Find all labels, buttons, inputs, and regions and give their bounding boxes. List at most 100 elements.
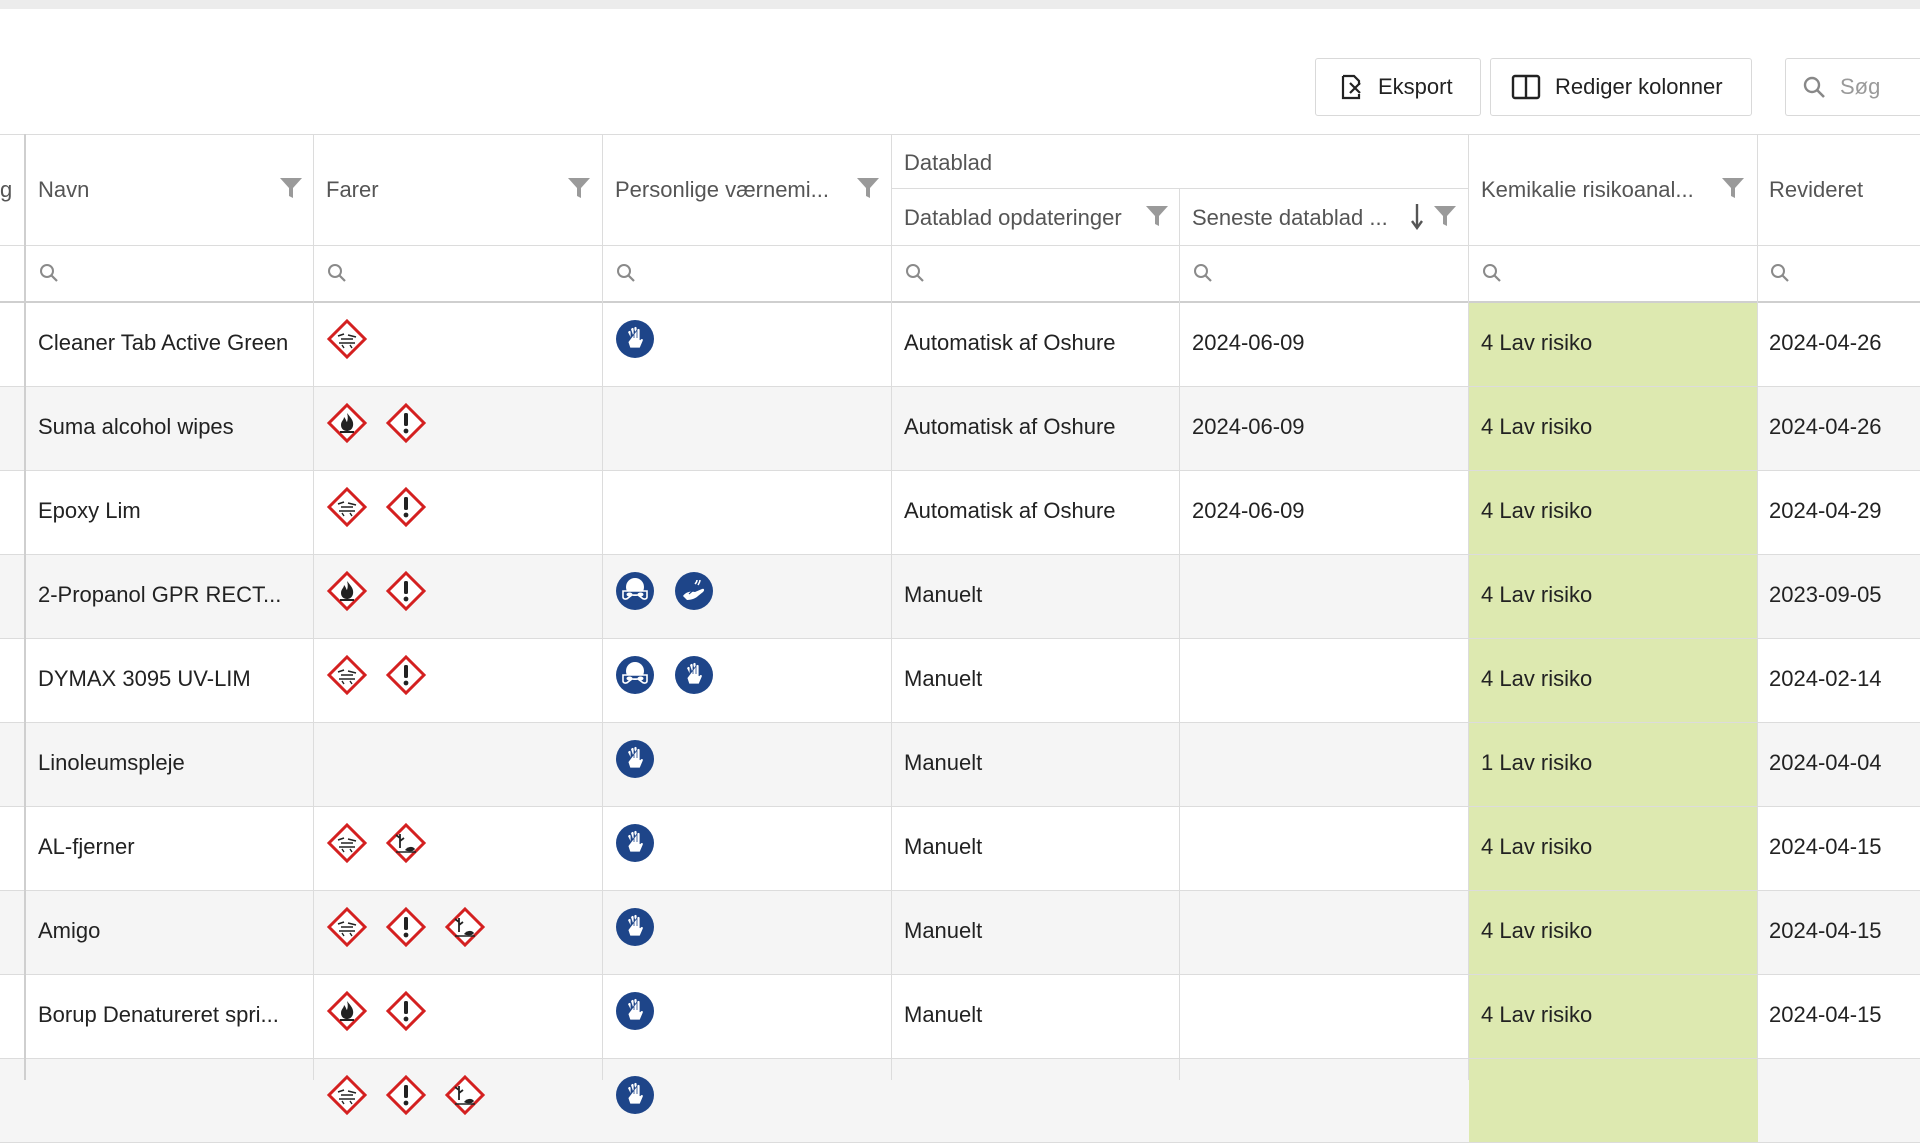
- column-header-latest-datasheet[interactable]: Seneste datablad ...: [1192, 205, 1388, 231]
- cell-revised: 2024-04-15: [1769, 834, 1882, 859]
- exclamation-icon: [385, 990, 427, 1032]
- table-row[interactable]: 2-Propanol GPR RECT... Manuelt 4 Lav risik…: [0, 555, 1920, 639]
- cell-risk: 4 Lav risiko: [1481, 918, 1593, 943]
- cell-ppe: [614, 990, 673, 1032]
- partial-column-header[interactable]: g: [0, 177, 12, 203]
- column-header-revised[interactable]: Revideret: [1769, 177, 1863, 203]
- cell-hazards: [326, 822, 444, 864]
- gloves-icon: [614, 906, 656, 948]
- cell-revised: 2024-04-26: [1769, 414, 1882, 439]
- table-row[interactable]: AL-fjerner Manuelt 4 Lav risiko 2024-04-15: [0, 807, 1920, 891]
- corrosive-icon: [326, 822, 368, 864]
- cell-name[interactable]: Epoxy Lim: [38, 498, 300, 524]
- cell-latest-datasheet: 2024-06-09: [1192, 414, 1305, 439]
- column-header-ppe[interactable]: Personlige værnemi...: [615, 177, 829, 203]
- column-header-datasheet-updates[interactable]: Datablad opdateringer: [904, 205, 1122, 231]
- column-search-icon[interactable]: [1770, 263, 1790, 283]
- cell-revised: 2024-04-04: [1769, 750, 1882, 775]
- corrosive-icon: [326, 318, 368, 360]
- column-divider: [602, 134, 603, 1080]
- table-row[interactable]: Cleaner Tab Active Green Automatisk af Os…: [0, 303, 1920, 387]
- cell-hazards: [326, 318, 385, 360]
- cell-risk: 4 Lav risiko: [1481, 1002, 1593, 1027]
- cell-ppe: [614, 318, 673, 360]
- gloves-icon: [614, 318, 656, 360]
- table-row[interactable]: Borup Denatureret spri... Manuelt 4 Lav ri…: [0, 975, 1920, 1059]
- sort-descending-icon[interactable]: [1410, 202, 1424, 230]
- cell-name[interactable]: DYMAX 3095 UV-LIM: [38, 666, 300, 692]
- gloves-icon: [614, 738, 656, 780]
- gloves-icon: [614, 822, 656, 864]
- filter-icon[interactable]: [279, 176, 303, 200]
- table-row[interactable]: Linoleumspleje Manuelt 1 Lav risiko 2024-04…: [0, 723, 1920, 807]
- gloves-icon: [614, 990, 656, 1032]
- column-search-icon[interactable]: [1193, 263, 1213, 283]
- table-row[interactable]: Epoxy Lim Automatisk af Oshure 2024-06-09 4…: [0, 471, 1920, 555]
- column-search-icon[interactable]: [905, 263, 925, 283]
- column-divider: [1468, 134, 1469, 1080]
- header-bottom-border: [0, 245, 1920, 246]
- table-row[interactable]: DYMAX 3095 UV-LIM Manuelt 4 Lav risiko 2024…: [0, 639, 1920, 723]
- cell-risk: 4 Lav risiko: [1481, 414, 1593, 439]
- cell-name[interactable]: Borup Denatureret spri...: [38, 1002, 300, 1028]
- cell-name[interactable]: Amigo: [38, 918, 300, 944]
- filter-row-border: [0, 301, 1920, 303]
- column-search-icon[interactable]: [616, 263, 636, 283]
- cell-name[interactable]: Cleaner Tab Active Green: [38, 330, 300, 356]
- search-input[interactable]: Søg: [1785, 58, 1920, 116]
- column-divider: [1757, 134, 1758, 1080]
- cell-datasheet-updates: Manuelt: [904, 1002, 983, 1027]
- column-header-name[interactable]: Navn: [38, 177, 89, 203]
- cell-name[interactable]: Suma alcohol wipes: [38, 414, 300, 440]
- cell-risk: 1 Lav risiko: [1481, 750, 1593, 775]
- cell-latest-datasheet: 2024-06-09: [1192, 330, 1305, 355]
- cell-revised: 2024-04-15: [1769, 918, 1882, 943]
- edit-columns-button[interactable]: Rediger kolonner: [1490, 58, 1752, 116]
- filter-icon[interactable]: [1721, 176, 1745, 200]
- exclamation-icon: [385, 486, 427, 528]
- table-row[interactable]: Amigo Manuelt 4 Lav risiko 2024-04-15: [0, 891, 1920, 975]
- table-row[interactable]: Suma alcohol wipes Automatisk af Oshure 20…: [0, 387, 1920, 471]
- filter-icon[interactable]: [1145, 204, 1169, 228]
- filter-icon[interactable]: [567, 176, 591, 200]
- cell-ppe: [614, 654, 732, 696]
- column-header-risk[interactable]: Kemikalie risikoanal...: [1481, 177, 1694, 203]
- cell-risk: 4 Lav risiko: [1481, 666, 1593, 691]
- filter-icon[interactable]: [856, 176, 880, 200]
- pinned-column-divider: [24, 134, 26, 1080]
- cell-latest-datasheet: 2024-06-09: [1192, 498, 1305, 523]
- flammable-icon: [326, 990, 368, 1032]
- cell-datasheet-updates: Manuelt: [904, 582, 983, 607]
- export-button[interactable]: Eksport: [1315, 58, 1481, 116]
- risk-cell[interactable]: [1469, 1059, 1758, 1142]
- cell-datasheet-updates: Manuelt: [904, 834, 983, 859]
- cell-revised: 2024-04-26: [1769, 330, 1882, 355]
- cell-hazards: [326, 570, 444, 612]
- cell-ppe: [614, 1074, 673, 1116]
- cell-risk: 4 Lav risiko: [1481, 582, 1593, 607]
- cell-revised: 2023-09-05: [1769, 582, 1882, 607]
- filter-icon[interactable]: [1433, 204, 1457, 228]
- table-row[interactable]: [0, 1059, 1920, 1143]
- cell-hazards: [326, 1074, 503, 1116]
- cell-name[interactable]: AL-fjerner: [38, 834, 300, 860]
- search-icon: [1803, 76, 1825, 98]
- export-label: Eksport: [1378, 74, 1453, 99]
- column-search-icon[interactable]: [1482, 263, 1502, 283]
- chemicals-grid: Cleaner Tab Active Green Automatisk af Os…: [0, 134, 1920, 1143]
- column-search-icon[interactable]: [327, 263, 347, 283]
- cell-name[interactable]: Linoleumspleje: [38, 750, 300, 776]
- cell-risk: 4 Lav risiko: [1481, 834, 1593, 859]
- cell-datasheet-updates: Manuelt: [904, 750, 983, 775]
- corrosive-icon: [326, 906, 368, 948]
- cell-ppe: [614, 738, 673, 780]
- column-header-hazards[interactable]: Farer: [326, 177, 379, 203]
- column-search-icon[interactable]: [39, 263, 59, 283]
- cell-hazards: [326, 402, 444, 444]
- cell-hazards: [326, 654, 444, 696]
- cell-datasheet-updates: Manuelt: [904, 918, 983, 943]
- cell-hazards: [326, 990, 444, 1032]
- exclamation-icon: [385, 570, 427, 612]
- cell-name[interactable]: 2-Propanol GPR RECT...: [38, 582, 300, 608]
- environment-icon: [444, 1074, 486, 1116]
